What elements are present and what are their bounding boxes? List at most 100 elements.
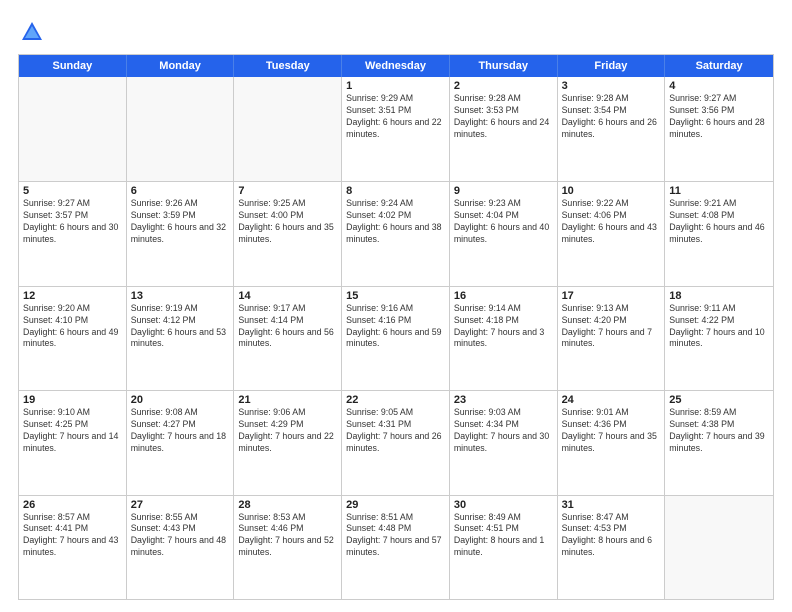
day-info: Sunrise: 9:27 AM Sunset: 3:57 PM Dayligh…	[23, 198, 122, 246]
day-number: 8	[346, 185, 445, 197]
logo	[18, 18, 50, 46]
day-cell-28: 28Sunrise: 8:53 AM Sunset: 4:46 PM Dayli…	[234, 496, 342, 599]
day-number: 13	[131, 290, 230, 302]
header	[18, 18, 774, 46]
header-day-saturday: Saturday	[665, 55, 773, 77]
day-info: Sunrise: 9:28 AM Sunset: 3:54 PM Dayligh…	[562, 93, 661, 141]
day-number: 10	[562, 185, 661, 197]
day-info: Sunrise: 9:17 AM Sunset: 4:14 PM Dayligh…	[238, 303, 337, 351]
day-info: Sunrise: 9:03 AM Sunset: 4:34 PM Dayligh…	[454, 407, 553, 455]
day-info: Sunrise: 8:53 AM Sunset: 4:46 PM Dayligh…	[238, 512, 337, 560]
day-info: Sunrise: 9:26 AM Sunset: 3:59 PM Dayligh…	[131, 198, 230, 246]
day-cell-22: 22Sunrise: 9:05 AM Sunset: 4:31 PM Dayli…	[342, 391, 450, 494]
calendar-row-4: 19Sunrise: 9:10 AM Sunset: 4:25 PM Dayli…	[19, 390, 773, 494]
day-number: 21	[238, 394, 337, 406]
day-number: 4	[669, 80, 769, 92]
day-number: 17	[562, 290, 661, 302]
day-cell-9: 9Sunrise: 9:23 AM Sunset: 4:04 PM Daylig…	[450, 182, 558, 285]
day-info: Sunrise: 9:29 AM Sunset: 3:51 PM Dayligh…	[346, 93, 445, 141]
day-info: Sunrise: 8:57 AM Sunset: 4:41 PM Dayligh…	[23, 512, 122, 560]
day-info: Sunrise: 8:59 AM Sunset: 4:38 PM Dayligh…	[669, 407, 769, 455]
day-info: Sunrise: 9:13 AM Sunset: 4:20 PM Dayligh…	[562, 303, 661, 351]
day-number: 15	[346, 290, 445, 302]
day-info: Sunrise: 9:21 AM Sunset: 4:08 PM Dayligh…	[669, 198, 769, 246]
day-cell-11: 11Sunrise: 9:21 AM Sunset: 4:08 PM Dayli…	[665, 182, 773, 285]
day-cell-10: 10Sunrise: 9:22 AM Sunset: 4:06 PM Dayli…	[558, 182, 666, 285]
day-cell-7: 7Sunrise: 9:25 AM Sunset: 4:00 PM Daylig…	[234, 182, 342, 285]
day-info: Sunrise: 8:51 AM Sunset: 4:48 PM Dayligh…	[346, 512, 445, 560]
day-cell-12: 12Sunrise: 9:20 AM Sunset: 4:10 PM Dayli…	[19, 287, 127, 390]
day-cell-16: 16Sunrise: 9:14 AM Sunset: 4:18 PM Dayli…	[450, 287, 558, 390]
day-info: Sunrise: 9:28 AM Sunset: 3:53 PM Dayligh…	[454, 93, 553, 141]
day-info: Sunrise: 9:01 AM Sunset: 4:36 PM Dayligh…	[562, 407, 661, 455]
day-info: Sunrise: 8:55 AM Sunset: 4:43 PM Dayligh…	[131, 512, 230, 560]
day-number: 29	[346, 499, 445, 511]
day-cell-6: 6Sunrise: 9:26 AM Sunset: 3:59 PM Daylig…	[127, 182, 235, 285]
day-info: Sunrise: 9:19 AM Sunset: 4:12 PM Dayligh…	[131, 303, 230, 351]
day-cell-2: 2Sunrise: 9:28 AM Sunset: 3:53 PM Daylig…	[450, 77, 558, 181]
day-number: 3	[562, 80, 661, 92]
day-info: Sunrise: 9:16 AM Sunset: 4:16 PM Dayligh…	[346, 303, 445, 351]
calendar: SundayMondayTuesdayWednesdayThursdayFrid…	[18, 54, 774, 600]
day-cell-29: 29Sunrise: 8:51 AM Sunset: 4:48 PM Dayli…	[342, 496, 450, 599]
header-day-wednesday: Wednesday	[342, 55, 450, 77]
day-cell-8: 8Sunrise: 9:24 AM Sunset: 4:02 PM Daylig…	[342, 182, 450, 285]
day-info: Sunrise: 9:24 AM Sunset: 4:02 PM Dayligh…	[346, 198, 445, 246]
day-cell-23: 23Sunrise: 9:03 AM Sunset: 4:34 PM Dayli…	[450, 391, 558, 494]
header-day-friday: Friday	[558, 55, 666, 77]
day-info: Sunrise: 9:27 AM Sunset: 3:56 PM Dayligh…	[669, 93, 769, 141]
day-cell-20: 20Sunrise: 9:08 AM Sunset: 4:27 PM Dayli…	[127, 391, 235, 494]
day-cell-5: 5Sunrise: 9:27 AM Sunset: 3:57 PM Daylig…	[19, 182, 127, 285]
day-number: 28	[238, 499, 337, 511]
day-number: 19	[23, 394, 122, 406]
day-number: 24	[562, 394, 661, 406]
calendar-body: 1Sunrise: 9:29 AM Sunset: 3:51 PM Daylig…	[19, 77, 773, 599]
header-day-thursday: Thursday	[450, 55, 558, 77]
day-number: 12	[23, 290, 122, 302]
day-info: Sunrise: 8:49 AM Sunset: 4:51 PM Dayligh…	[454, 512, 553, 560]
day-number: 11	[669, 185, 769, 197]
day-number: 27	[131, 499, 230, 511]
day-cell-3: 3Sunrise: 9:28 AM Sunset: 3:54 PM Daylig…	[558, 77, 666, 181]
day-number: 20	[131, 394, 230, 406]
day-info: Sunrise: 9:20 AM Sunset: 4:10 PM Dayligh…	[23, 303, 122, 351]
day-number: 1	[346, 80, 445, 92]
day-cell-26: 26Sunrise: 8:57 AM Sunset: 4:41 PM Dayli…	[19, 496, 127, 599]
day-info: Sunrise: 9:25 AM Sunset: 4:00 PM Dayligh…	[238, 198, 337, 246]
day-info: Sunrise: 9:06 AM Sunset: 4:29 PM Dayligh…	[238, 407, 337, 455]
day-number: 30	[454, 499, 553, 511]
day-cell-1: 1Sunrise: 9:29 AM Sunset: 3:51 PM Daylig…	[342, 77, 450, 181]
day-number: 26	[23, 499, 122, 511]
day-number: 31	[562, 499, 661, 511]
day-cell-15: 15Sunrise: 9:16 AM Sunset: 4:16 PM Dayli…	[342, 287, 450, 390]
day-number: 18	[669, 290, 769, 302]
day-number: 16	[454, 290, 553, 302]
logo-icon	[18, 18, 46, 46]
day-number: 14	[238, 290, 337, 302]
day-info: Sunrise: 9:08 AM Sunset: 4:27 PM Dayligh…	[131, 407, 230, 455]
calendar-header: SundayMondayTuesdayWednesdayThursdayFrid…	[19, 55, 773, 77]
page: SundayMondayTuesdayWednesdayThursdayFrid…	[0, 0, 792, 612]
day-cell-14: 14Sunrise: 9:17 AM Sunset: 4:14 PM Dayli…	[234, 287, 342, 390]
day-cell-19: 19Sunrise: 9:10 AM Sunset: 4:25 PM Dayli…	[19, 391, 127, 494]
header-day-monday: Monday	[127, 55, 235, 77]
day-number: 6	[131, 185, 230, 197]
header-day-sunday: Sunday	[19, 55, 127, 77]
day-number: 5	[23, 185, 122, 197]
day-info: Sunrise: 9:23 AM Sunset: 4:04 PM Dayligh…	[454, 198, 553, 246]
day-cell-13: 13Sunrise: 9:19 AM Sunset: 4:12 PM Dayli…	[127, 287, 235, 390]
day-number: 22	[346, 394, 445, 406]
day-cell-31: 31Sunrise: 8:47 AM Sunset: 4:53 PM Dayli…	[558, 496, 666, 599]
day-info: Sunrise: 9:05 AM Sunset: 4:31 PM Dayligh…	[346, 407, 445, 455]
day-cell-17: 17Sunrise: 9:13 AM Sunset: 4:20 PM Dayli…	[558, 287, 666, 390]
day-number: 25	[669, 394, 769, 406]
day-cell-25: 25Sunrise: 8:59 AM Sunset: 4:38 PM Dayli…	[665, 391, 773, 494]
empty-cell	[19, 77, 127, 181]
day-cell-21: 21Sunrise: 9:06 AM Sunset: 4:29 PM Dayli…	[234, 391, 342, 494]
day-number: 23	[454, 394, 553, 406]
calendar-row-3: 12Sunrise: 9:20 AM Sunset: 4:10 PM Dayli…	[19, 286, 773, 390]
day-cell-30: 30Sunrise: 8:49 AM Sunset: 4:51 PM Dayli…	[450, 496, 558, 599]
calendar-row-5: 26Sunrise: 8:57 AM Sunset: 4:41 PM Dayli…	[19, 495, 773, 599]
day-cell-24: 24Sunrise: 9:01 AM Sunset: 4:36 PM Dayli…	[558, 391, 666, 494]
header-day-tuesday: Tuesday	[234, 55, 342, 77]
